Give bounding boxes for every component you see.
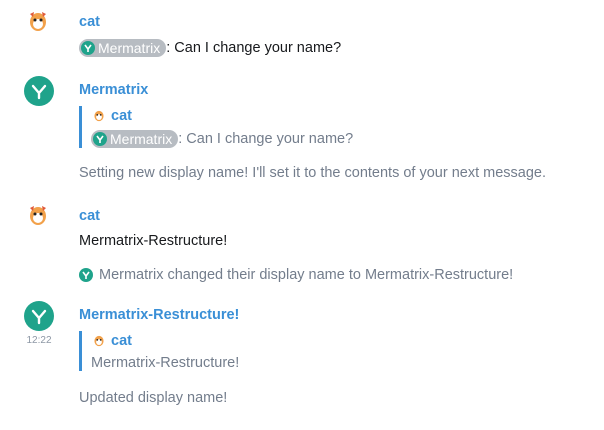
cat-avatar-icon [94, 335, 104, 347]
message-text: Mermatrix-Restructure! [79, 233, 228, 249]
reply-quote[interactable]: cat Mermatrix : Can I change your name? [79, 106, 353, 148]
bot-avatar[interactable] [24, 301, 54, 331]
reply-quote[interactable]: cat Mermatrix-Restructure! [79, 331, 239, 371]
quote-text-content: : Can I change your name? [178, 130, 354, 147]
quote-sender: cat [91, 331, 239, 351]
mermatrix-logo-icon [24, 301, 54, 331]
quote-text: Mermatrix : Can I change your name? [91, 130, 353, 148]
message-sender[interactable]: Mermatrix [79, 82, 148, 98]
quote-sender-name: cat [111, 108, 132, 124]
pill-label: Mermatrix [110, 131, 173, 147]
pill-label: Mermatrix [98, 40, 161, 56]
mermatrix-logo-icon [24, 76, 54, 106]
mermatrix-logo-icon [93, 132, 107, 146]
cat-avatar-icon [30, 12, 46, 31]
bot-avatar[interactable] [24, 76, 54, 106]
cat-avatar[interactable] [24, 8, 52, 36]
message-sender[interactable]: Mermatrix-Restructure! [79, 307, 239, 323]
quote-sender: cat [91, 106, 353, 126]
message-text: Updated display name! [79, 390, 228, 406]
quote-sender-name: cat [111, 333, 132, 349]
message-text: Setting new display name! I'll set it to… [79, 165, 547, 181]
timestamp: 12:22 [26, 335, 52, 346]
cat-avatar-icon [94, 110, 104, 122]
mermatrix-logo-icon [79, 268, 93, 282]
user-pill[interactable]: Mermatrix [79, 39, 167, 57]
message-sender[interactable]: cat [79, 14, 100, 30]
event-text: Mermatrix changed their display name to … [99, 267, 514, 283]
message-body: Mermatrix : Can I change your name? [79, 39, 341, 57]
user-pill[interactable]: Mermatrix [91, 130, 179, 148]
cat-avatar[interactable] [24, 202, 52, 230]
mermatrix-logo-icon [81, 41, 95, 55]
message-text: : Can I change your name? [166, 39, 342, 56]
cat-avatar-icon [30, 206, 46, 225]
membership-event: Mermatrix changed their display name to … [79, 267, 513, 283]
message-sender[interactable]: cat [79, 208, 100, 224]
quote-text: Mermatrix-Restructure! [91, 355, 240, 371]
